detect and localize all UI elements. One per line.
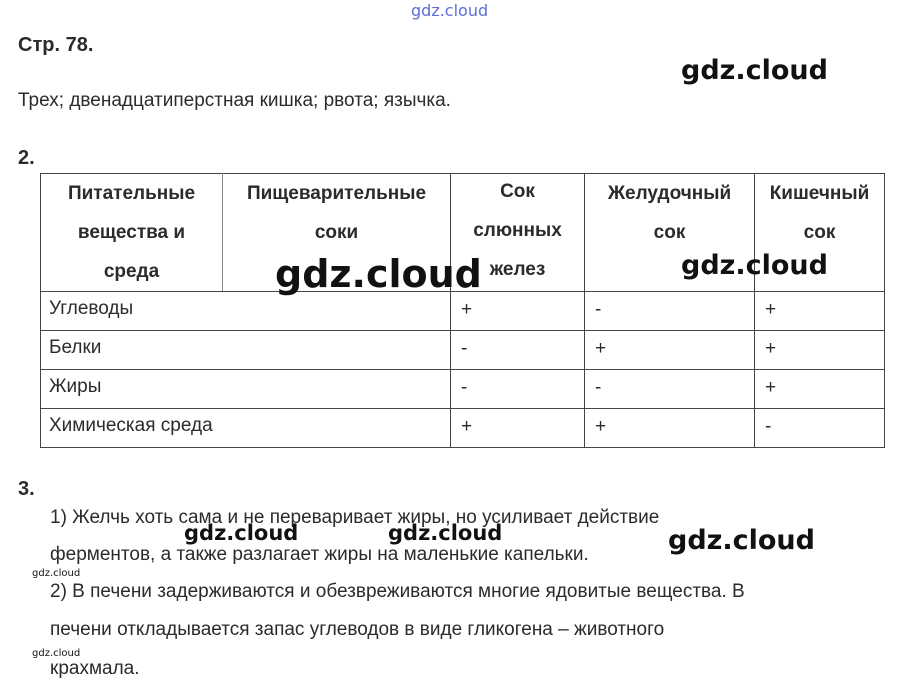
row-label-fats: Жиры [40,369,451,409]
cell-env-intestinal: - [754,408,885,448]
page-title: Стр. 78. [18,34,94,56]
cell-proteins-gastric: + [584,330,755,370]
watermark-s3-c: gdz.cloud [668,525,815,556]
digestion-table: Питательные вещества и среда Пищеварител… [40,173,885,448]
watermark-table-large: gdz.cloud [275,252,482,296]
cell-env-saliva: + [450,408,585,448]
cell-carbs-intestinal: + [754,291,885,331]
section-2-number: 2. [18,147,35,169]
header-juices-line2: соки [314,221,359,243]
cell-carbs-gastric: - [584,291,755,331]
row-label-proteins: Белки [40,330,451,370]
answer-3-line3: 2) В печени задерживаются и обезвреживаю… [50,581,745,602]
cell-proteins-saliva: - [450,330,585,370]
watermark-small-2: gdz.cloud [32,648,81,659]
header-gastric-line2: сок [653,221,686,243]
watermark-s3-a: gdz.cloud [184,521,299,545]
header-intestinal-line1: Кишечный [769,182,870,204]
table-row: Химическая среда + + - [40,408,885,448]
header-juices-line1: Пищеварительные [246,182,427,204]
header-nutrients-line3: среда [103,261,160,282]
row-label-carbs: Углеводы [40,291,451,331]
cell-fats-saliva: - [450,369,585,409]
table-row: Белки - + + [40,330,885,370]
header-gastric-line1: Желудочный [607,182,732,204]
answer-1-text: Трех; двенадцатиперстная кишка; рвота; я… [18,90,451,111]
answer-3-line4: печени откладывается запас углеводов в в… [50,619,665,640]
cell-env-gastric: + [584,408,755,448]
header-saliva-line2: слюнных [473,220,562,241]
watermark-s3-b: gdz.cloud [388,521,503,545]
watermark-right-1: gdz.cloud [681,55,828,86]
section-3-number: 3. [18,478,35,500]
table-row: Жиры - - + [40,369,885,409]
header-intestinal-line2: сок [803,221,836,243]
cell-fats-intestinal: + [754,369,885,409]
watermark-small-1: gdz.cloud [32,568,81,579]
header-nutrients-line2: вещества и [77,222,186,243]
watermark-table-right: gdz.cloud [681,250,828,281]
row-label-chemical-env: Химическая среда [40,408,451,448]
watermark-top: gdz.cloud [411,1,489,20]
cell-carbs-saliva: + [450,291,585,331]
table-row: Углеводы + - + [40,291,885,331]
header-saliva-line1: Сок [500,181,535,202]
answer-3-line2: ферментов, а также разлагает жиры на мал… [50,544,589,565]
cell-proteins-intestinal: + [754,330,885,370]
answer-3-line1: 1) Желчь хоть сама и не переваривает жир… [50,507,660,528]
cell-fats-gastric: - [584,369,755,409]
header-nutrients: Питательные вещества и среда [40,173,223,292]
header-nutrients-line1: Питательные [67,183,196,204]
